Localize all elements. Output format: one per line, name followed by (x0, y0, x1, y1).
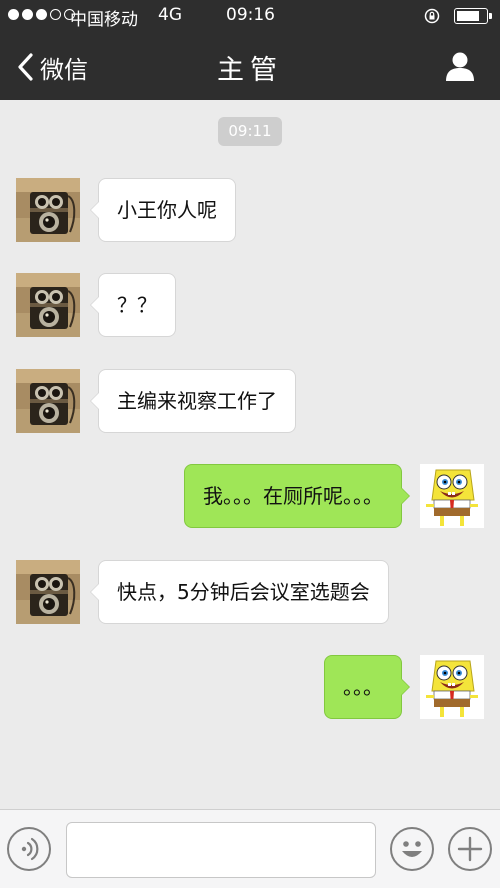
camera-avatar-image (16, 560, 80, 624)
contact-avatar[interactable] (16, 560, 80, 624)
my-avatar[interactable] (420, 464, 484, 528)
network-type: 4G (158, 5, 182, 25)
battery-icon (454, 8, 492, 24)
input-bar (0, 809, 500, 888)
camera-avatar-image (16, 178, 80, 242)
camera-avatar-image (16, 369, 80, 433)
clock: 09:16 (226, 5, 275, 25)
header-bar: 中国移动 4G 09:16 微信 主管 (0, 0, 500, 100)
camera-avatar-image (16, 273, 80, 337)
incoming-message[interactable]: ？？ (90, 273, 176, 337)
emoji-button[interactable] (390, 827, 434, 871)
spongebob-avatar-image (420, 655, 484, 719)
page-title: 主管 (217, 55, 283, 86)
outgoing-message[interactable]: 我。。。在厕所呢。。。 (184, 464, 410, 528)
voice-button[interactable] (7, 827, 51, 871)
contact-avatar[interactable] (16, 178, 80, 242)
person-icon[interactable] (444, 50, 476, 82)
contact-avatar[interactable] (16, 273, 80, 337)
signal-strength-icon (8, 9, 75, 20)
status-bar: 中国移动 4G 09:16 (0, 0, 500, 34)
voice-icon (21, 837, 39, 861)
plus-icon (457, 836, 483, 862)
emoji-icon (402, 841, 422, 857)
outgoing-message[interactable]: 。。。 (324, 655, 410, 719)
my-avatar[interactable] (420, 655, 484, 719)
rotation-lock-icon (424, 8, 440, 24)
contact-avatar[interactable] (16, 369, 80, 433)
plus-button[interactable] (448, 827, 492, 871)
battery-level (457, 11, 479, 21)
timestamp-badge: 09:11 (218, 117, 282, 146)
spongebob-avatar-image (420, 464, 484, 528)
incoming-message[interactable]: 小王你人呢 (90, 178, 236, 242)
carrier-name: 中国移动 (70, 10, 138, 30)
message-input[interactable] (66, 822, 376, 878)
incoming-message[interactable]: 主编来视察工作了 (90, 369, 296, 433)
incoming-message[interactable]: 快点，5分钟后会议室选题会 (90, 560, 389, 624)
